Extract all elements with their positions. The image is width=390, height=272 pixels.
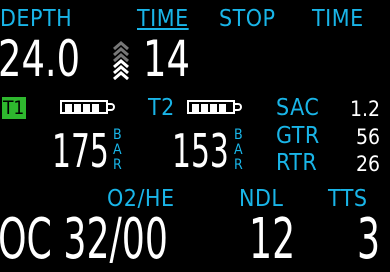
tank2-label: T2	[148, 95, 175, 121]
ndl-value: 12	[249, 207, 296, 272]
gtr-label: GTR	[276, 123, 320, 149]
stop-label: STOP	[219, 6, 276, 32]
depth-label: DEPTH	[0, 6, 73, 32]
tank1-unit: BAR	[113, 127, 122, 173]
tank2-battery-icon	[187, 100, 242, 114]
tank1-badge: T1	[2, 97, 26, 119]
dive-time-value: 14	[143, 30, 190, 88]
rtr-label: RTR	[276, 150, 318, 176]
tank1-battery-icon	[60, 100, 115, 114]
depth-value: 24.0	[0, 30, 81, 88]
gas-value: OC 32/00	[0, 207, 168, 272]
tank2-pressure: 153	[172, 124, 229, 178]
ascent-rate-icon	[111, 40, 131, 83]
gtr-value: 56	[355, 125, 380, 149]
sac-label: SAC	[276, 95, 320, 121]
tank2-unit: BAR	[234, 127, 243, 173]
sac-value: 1.2	[349, 97, 380, 121]
tank1-label: T1	[3, 97, 25, 119]
tts-value: 3	[357, 207, 381, 272]
tank1-pressure: 175	[52, 124, 109, 178]
time-label: TIME	[137, 6, 189, 32]
stop-time-label: TIME	[312, 6, 364, 32]
rtr-value: 26	[355, 152, 380, 176]
